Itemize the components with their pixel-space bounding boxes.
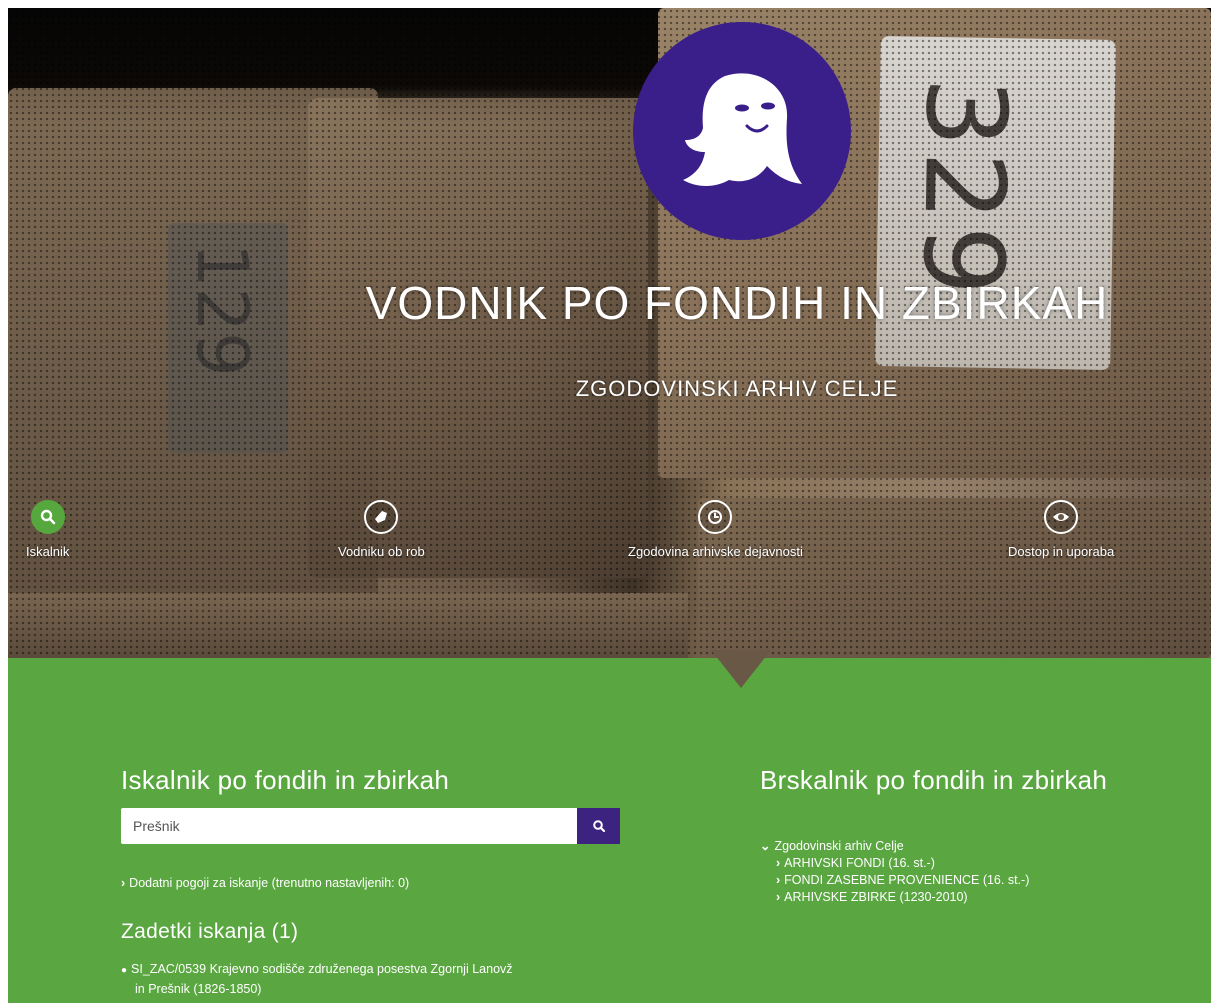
- chevron-down-icon: ⌄: [760, 839, 771, 853]
- search-bar: [121, 808, 620, 844]
- search-button[interactable]: [577, 808, 620, 844]
- tree-item-arhivske-zbirke[interactable]: › ARHIVSKE ZBIRKE (1230-2010): [760, 889, 1029, 906]
- page-subtitle: ZGODOVINSKI ARHIV CELJE: [575, 376, 899, 401]
- extra-conditions-link[interactable]: › Dodatni pogoji za iskanje (trenutno nas…: [121, 876, 409, 890]
- search-icon: [30, 500, 65, 534]
- nav-item-dostop[interactable]: Dostop in uporaba: [1008, 500, 1114, 559]
- tree-root-label: Zgodovinski arhiv Celje: [774, 839, 904, 853]
- tree-item-label: ARHIVSKI FONDI (16. st.-): [784, 856, 935, 870]
- result-title-line1: SI_ZAC/0539 Krajevno sodišče združenega …: [131, 962, 513, 976]
- chevron-right-icon: ›: [776, 873, 781, 887]
- nav-item-zgodovina[interactable]: Zgodovina arhivske dejavnosti: [628, 500, 803, 559]
- eye-icon: [1044, 500, 1079, 534]
- eye-icon: ●: [121, 965, 128, 976]
- search-input[interactable]: [121, 808, 577, 844]
- tree-item-label: ARHIVSKE ZBIRKE (1230-2010): [784, 890, 968, 904]
- chevron-right-icon: ›: [776, 890, 781, 904]
- nav-label: Iskalnik: [26, 544, 70, 559]
- tree-root[interactable]: ⌄ Zgodovinski arhiv Celje: [760, 838, 1029, 855]
- nav-item-vodniku-ob-rob[interactable]: Vodniku ob rob: [338, 500, 425, 559]
- nav-label: Dostop in uporaba: [1008, 544, 1115, 559]
- results-heading: Zadetki iskanja (1): [121, 920, 299, 943]
- nav-item-iskalnik[interactable]: Iskalnik: [26, 500, 69, 559]
- browse-tree: ⌄ Zgodovinski arhiv Celje › ARHIVSKI FONDI…: [760, 838, 1029, 906]
- result-item[interactable]: ● SI_ZAC/0539 Krajevno sodišče združenega…: [121, 960, 513, 998]
- hero-banner: 129 329 VODNIK PO FONDIH IN ZBIRKAH ZGOD…: [8, 8, 1211, 658]
- search-icon: [592, 820, 605, 833]
- extra-conditions-label: Dodatni pogoji za iskanje (trenutno nast…: [129, 876, 410, 890]
- page-title: VODNIK PO FONDIH IN ZBIRKAH: [365, 277, 1109, 329]
- result-title-line2: in Prešnik (1826-1850): [135, 982, 262, 996]
- chevron-right-icon: ›: [776, 856, 781, 870]
- tree-item-arhivski-fondi[interactable]: › ARHIVSKI FONDI (16. st.-): [760, 855, 1029, 872]
- chevron-right-icon: ›: [121, 876, 126, 890]
- dot-overlay: [8, 8, 1211, 658]
- browse-heading: Brskalnik po fondih in zbirkah: [760, 765, 1108, 795]
- page: 129 329 VODNIK PO FONDIH IN ZBIRKAH ZGOD…: [0, 0, 1219, 1003]
- clock-icon: [698, 500, 733, 534]
- note-icon: [364, 500, 399, 534]
- nav-label: Vodniku ob rob: [338, 544, 425, 559]
- tree-item-label: FONDI ZASEBNE PROVENIENCE (16. st.-): [784, 873, 1030, 887]
- section-pointer: [711, 650, 771, 688]
- tree-item-fondi-zasebne[interactable]: › FONDI ZASEBNE PROVENIENCE (16. st.-): [760, 872, 1029, 889]
- ghost-icon: [683, 73, 802, 186]
- ghost-logo[interactable]: [633, 22, 851, 240]
- search-heading: Iskalnik po fondih in zbirkah: [121, 765, 450, 795]
- nav-label: Zgodovina arhivske dejavnosti: [628, 544, 803, 559]
